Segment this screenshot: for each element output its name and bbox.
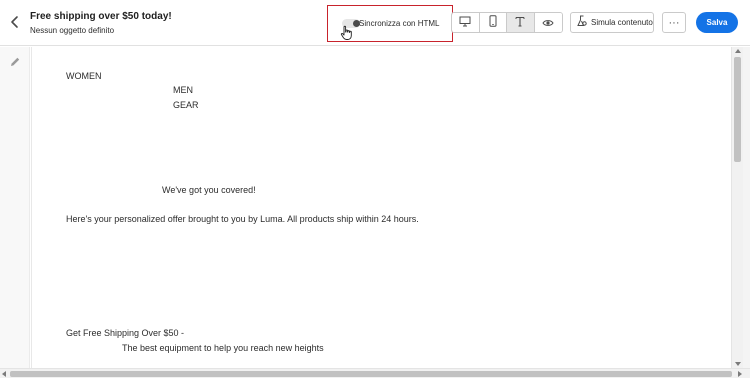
scroll-right-icon[interactable] [738,371,742,377]
preview-button[interactable] [534,13,562,32]
horizontal-scrollbar[interactable] [0,368,750,378]
text-icon [515,14,525,32]
simulate-content-label: Simula contenuto [591,18,653,27]
scroll-up-icon[interactable] [735,49,741,53]
sync-highlight-box: Sincronizza con HTML [327,5,453,42]
desktop-icon [459,14,471,32]
nav-men-link[interactable]: MEN [173,85,193,95]
email-headline: We've got you covered! [162,185,256,195]
nav-women-link[interactable]: WOMEN [66,71,102,81]
desktop-view-button[interactable] [452,13,480,32]
save-button[interactable]: Salva [696,12,738,33]
vertical-scrollbar[interactable] [731,47,743,368]
nav-gear-link[interactable]: GEAR [173,100,199,110]
shipping-title: Get Free Shipping Over $50 - [66,328,185,338]
hand-pointer-icon [340,25,354,41]
more-icon: ··· [668,16,680,29]
flask-icon [577,14,587,32]
left-rail [0,47,30,370]
sync-label: Sincronizza con HTML [359,19,440,28]
page-subtitle: Nessun oggetto definito [30,26,115,35]
offer-text: Here's your personalized offer brought t… [66,214,419,224]
vertical-scroll-thumb[interactable] [734,57,741,162]
email-canvas[interactable]: WOMEN MEN GEAR We've got you covered! He… [31,47,731,368]
horizontal-scroll-thumb[interactable] [10,371,732,377]
chevron-left-icon[interactable] [8,14,22,30]
page-title: Free shipping over $50 today! [30,11,172,22]
scroll-left-icon[interactable] [2,371,6,377]
right-gutter [743,47,750,368]
scroll-down-icon[interactable] [735,362,741,366]
view-mode-switcher [451,12,563,33]
pencil-icon[interactable] [9,55,21,67]
more-options-button[interactable]: ··· [662,12,686,33]
top-toolbar: Free shipping over $50 today! Nessun ogg… [0,0,750,46]
mobile-icon [489,14,497,32]
shipping-subtitle: The best equipment to help you reach new… [122,343,324,353]
mobile-view-button[interactable] [479,13,507,32]
simulate-content-button[interactable]: Simula contenuto [570,12,654,33]
eye-icon [542,14,554,32]
text-view-button[interactable] [507,13,535,32]
